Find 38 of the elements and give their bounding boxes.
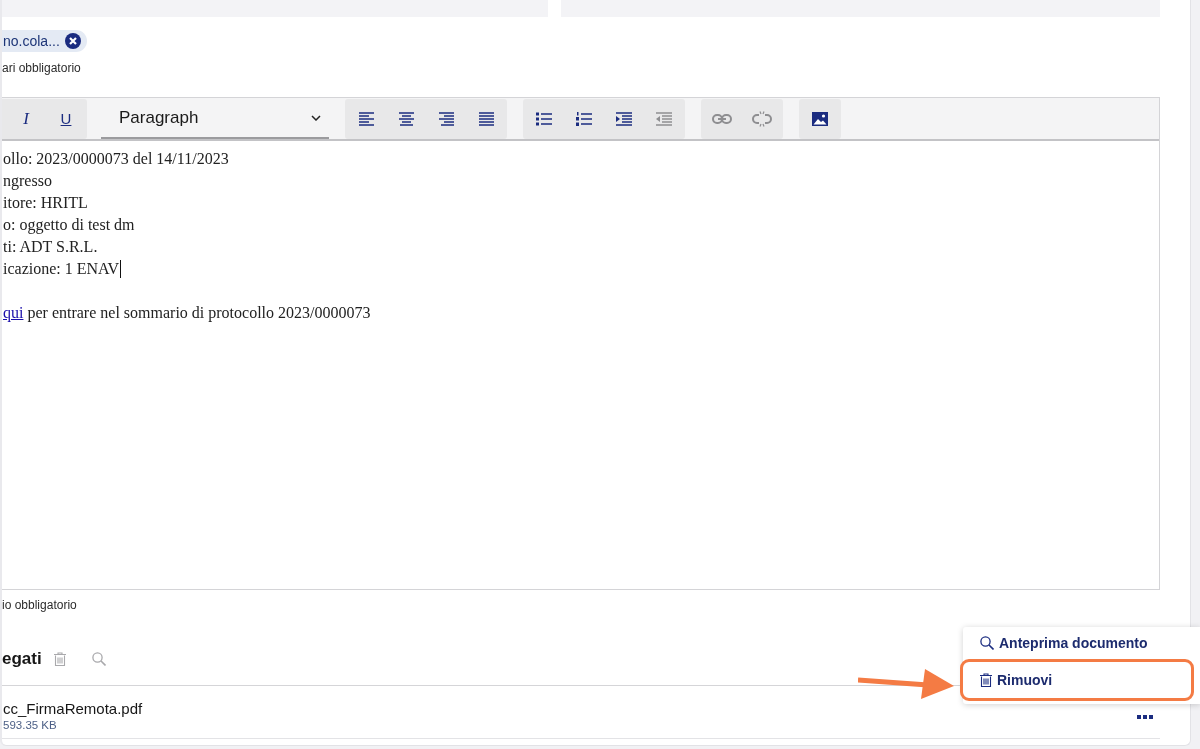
more-button[interactable] — [1134, 712, 1156, 722]
file-name: cc_FirmaRemota.pdf — [3, 700, 143, 718]
image-icon — [812, 111, 828, 126]
close-icon[interactable] — [64, 33, 81, 49]
search-icon — [980, 636, 994, 650]
text-line: qui per entrare nel sommario di protocollo 2023/0000073 — [3, 303, 371, 324]
text-line: icazione: 1 ENAV — [3, 260, 122, 278]
preview-menu-item[interactable]: Anteprima documento — [960, 627, 1194, 659]
align-center-icon — [398, 111, 414, 126]
helper-text: ari obbligatorio — [2, 61, 81, 76]
chevron-down-icon — [311, 114, 321, 121]
trash-icon — [980, 673, 992, 687]
search-icon — [91, 652, 106, 666]
text-line: ollo: 2023/0000073 del 14/11/2023 — [3, 150, 230, 168]
ellipsis-icon — [1137, 715, 1153, 719]
section-title: egati — [2, 649, 42, 669]
justify-icon — [478, 111, 494, 126]
numbered-list-icon — [576, 111, 592, 126]
recipient-name: no.cola... — [3, 32, 60, 51]
align-left-icon — [358, 111, 374, 126]
bullet-list-icon — [536, 111, 552, 126]
italic-button[interactable]: I — [6, 98, 46, 139]
outdent-icon — [656, 111, 672, 126]
editor-text-area[interactable]: ollo: 2023/0000073 del 14/11/2023 ngresso itore: HRITL o: oggetto di test dm ti: ADT S.R.L. icazione: 1 ENAV qui per entrare nel sommario di protocollo 2023/0000073 — [2, 141, 1159, 589]
file-size: 593.35 KB — [3, 718, 57, 732]
trash-icon — [53, 652, 66, 666]
align-right-icon — [438, 111, 454, 126]
text-line: ngresso — [3, 172, 53, 190]
helper-text: io obbligatorio — [2, 598, 77, 613]
broken-link-icon — [752, 110, 772, 127]
text-line: ti: ADT S.R.L. — [3, 238, 99, 256]
indent-icon — [616, 111, 632, 126]
link[interactable]: qui — [3, 304, 24, 321]
paragraph-select[interactable]: Paragraph — [101, 98, 329, 139]
link-icon — [712, 113, 732, 124]
text-line: itore: HRITL — [3, 194, 89, 212]
underline-button[interactable]: U — [46, 98, 86, 139]
text-line: o: oggetto di test dm — [3, 216, 136, 234]
